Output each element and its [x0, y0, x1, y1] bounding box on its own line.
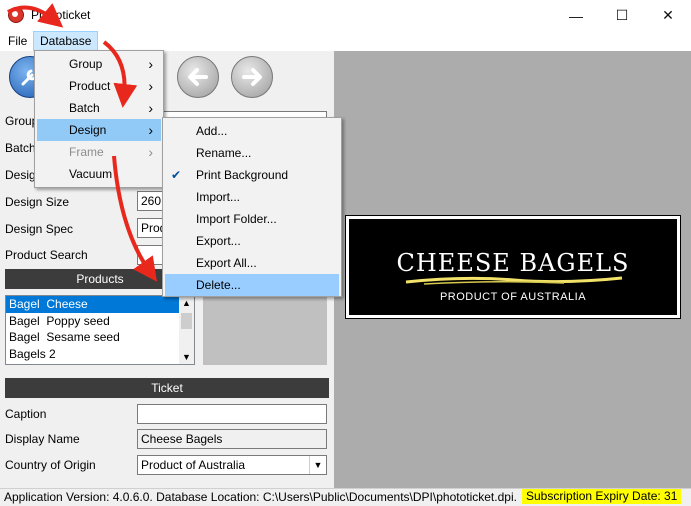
database-menu-item-vacuum[interactable]: Vacuum [37, 163, 161, 185]
dropdown-arrow-icon[interactable]: ▼ [309, 456, 326, 474]
maximize-icon[interactable]: ☐ [599, 0, 645, 31]
menu-item-label: Rename... [196, 146, 252, 160]
ticket-preview-background: CHEESE BAGELS PRODUCT OF AUSTRALIA [349, 219, 677, 315]
menu-file[interactable]: File [2, 31, 33, 51]
products-scrollbar[interactable]: ▲ ▼ [179, 296, 194, 364]
back-button[interactable] [177, 56, 219, 98]
menu-item-label: Product [69, 79, 111, 93]
checkmark-icon: ✔ [171, 168, 182, 182]
database-menu-item-group[interactable]: Group › [37, 53, 161, 75]
display-name-field[interactable]: Cheese Bagels [137, 429, 327, 449]
caption-label: Caption [5, 407, 47, 421]
menu-item-label: Add... [196, 124, 228, 138]
chevron-right-icon: › [148, 144, 153, 160]
country-select[interactable]: Product of Australia ▼ [137, 455, 327, 475]
arrow-left-icon [188, 68, 208, 86]
menu-item-label: Frame [69, 145, 104, 159]
products-list[interactable]: Bagel Cheese Bagel Poppy seed Bagel Sesame… [5, 295, 195, 365]
chevron-right-icon: › [148, 78, 153, 94]
database-menu-item-frame[interactable]: Frame › [37, 141, 161, 163]
menu-bar: File Database [0, 31, 691, 51]
design-menu-item[interactable]: Export All... [165, 252, 339, 274]
design-spec-field[interactable]: Prod [137, 218, 164, 238]
scroll-down-icon[interactable]: ▼ [182, 352, 191, 362]
menu-item-label: Export... [196, 234, 241, 248]
close-icon[interactable]: ✕ [645, 0, 691, 31]
menu-item-label: Import... [196, 190, 241, 204]
design-menu-item[interactable]: Add... [165, 120, 339, 142]
product-search-input[interactable] [137, 245, 164, 265]
design-size-field[interactable]: 260 [137, 191, 164, 211]
chevron-right-icon: › [148, 56, 153, 72]
design-menu-item[interactable]: Import Folder... [165, 208, 339, 230]
design-menu-item[interactable]: Import... [165, 186, 339, 208]
scroll-up-icon[interactable]: ▲ [182, 298, 191, 308]
title-bar: Phototicket — ☐ ✕ [0, 0, 691, 32]
country-label: Country of Origin [5, 458, 96, 472]
minimize-icon[interactable]: — [553, 0, 599, 31]
design-menu-item[interactable]: Delete... [165, 274, 339, 296]
caption-input[interactable] [137, 404, 327, 424]
design-menu-item[interactable]: Export... [165, 230, 339, 252]
product-search-label: Product Search [5, 248, 88, 262]
menu-item-label: Export All... [196, 256, 257, 270]
database-menu-item-design[interactable]: Design › [37, 119, 161, 141]
menu-item-label: Delete... [196, 278, 241, 292]
status-text: Application Version: 4.0.6.0. Database L… [4, 490, 517, 504]
list-item[interactable]: Bagel Poppy seed [6, 313, 194, 330]
menu-database[interactable]: Database [33, 31, 99, 51]
list-item[interactable]: Bagels 2 [6, 346, 194, 363]
chevron-right-icon: › [148, 100, 153, 116]
menu-item-label: Vacuum [69, 167, 113, 181]
subscription-expiry-badge: Subscription Expiry Date: 31 [522, 489, 682, 504]
app-logo-icon [8, 7, 24, 23]
menu-item-label: Design [69, 123, 107, 137]
chevron-right-icon: › [148, 122, 153, 138]
scroll-thumb[interactable] [181, 313, 192, 329]
database-menu-item-batch[interactable]: Batch › [37, 97, 161, 119]
preview-subtitle: PRODUCT OF AUSTRALIA [439, 291, 587, 303]
preview-title: CHEESE BAGELS [396, 249, 630, 277]
window-title: Phototicket [31, 8, 91, 22]
database-menu: Group › Product › Batch › Design › Frame › Vacuum [34, 50, 164, 188]
arrow-right-icon [242, 68, 262, 86]
display-name-label: Display Name [5, 432, 80, 446]
batch-label: Batch [5, 141, 36, 155]
product-image-area [203, 295, 327, 365]
menu-item-label: Batch [69, 101, 100, 115]
menu-item-label: Group [69, 57, 103, 71]
design-size-label: Design Size [5, 195, 70, 209]
list-item[interactable]: Bagel Sesame seed [6, 329, 194, 346]
design-submenu: Add... Rename... ✔ Print Background Import..… [162, 117, 342, 297]
database-menu-item-product[interactable]: Product › [37, 75, 161, 97]
list-item[interactable]: Bagel Cheese [6, 296, 194, 313]
forward-button[interactable] [231, 56, 273, 98]
chalk-stroke-icon [405, 276, 623, 285]
design-menu-item[interactable]: Rename... [165, 142, 339, 164]
ticket-preview: CHEESE BAGELS PRODUCT OF AUSTRALIA [345, 215, 681, 319]
menu-item-label: Print Background [196, 168, 289, 182]
menu-item-label: Import Folder... [196, 212, 277, 226]
design-menu-item[interactable]: ✔ Print Background [165, 164, 339, 186]
country-value: Product of Australia [141, 458, 246, 472]
design-spec-label: Design Spec [5, 222, 74, 236]
ticket-header: Ticket [5, 378, 329, 398]
